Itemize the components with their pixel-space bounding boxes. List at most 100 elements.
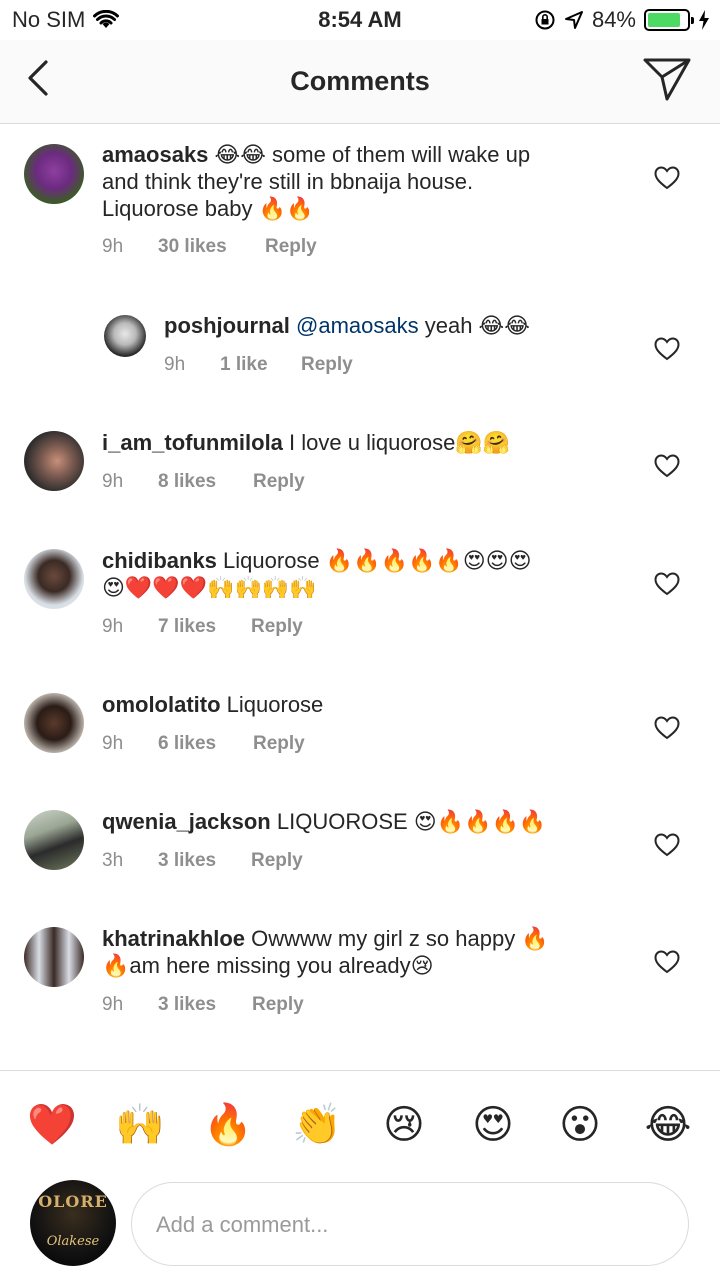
emoji-button[interactable]: 👏	[287, 1101, 347, 1149]
comment-text: i_am_tofunmilola I love u liquorose🤗🤗	[102, 429, 622, 456]
status-bar: No SIM 8:54 AM 84%	[0, 0, 720, 40]
comment-body: LIQUOROSE 😍🔥🔥🔥🔥	[270, 809, 547, 834]
comment-text: poshjournal @amaosaks yeah 😂😂	[164, 312, 624, 339]
comment-username[interactable]: chidibanks	[102, 548, 217, 573]
comment-meta: 9h 1 like Reply	[164, 354, 353, 376]
comments-list: amaosaks 😂😂 some of them will wake up an…	[0, 124, 720, 1070]
comment-time: 9h	[102, 236, 124, 257]
heart-outline-icon[interactable]	[654, 166, 680, 190]
paper-plane-icon[interactable]	[642, 56, 692, 102]
comment-time: 9h	[102, 733, 124, 754]
avatar[interactable]	[24, 144, 84, 204]
comment-input[interactable]	[156, 1207, 656, 1243]
like-count[interactable]: 3 likes	[158, 850, 251, 872]
comment-body: 🔥am here missing you already😢	[102, 953, 434, 978]
avatar[interactable]	[24, 431, 84, 491]
comment-meta: 9h 6 likes Reply	[102, 733, 305, 755]
reply-item: poshjournal @amaosaks yeah 😂😂 9h 1 like …	[0, 299, 720, 404]
battery-percent: 84%	[591, 7, 636, 32]
comment-item: khatrinakhloe Owwww my girl z so happy 🔥…	[0, 910, 720, 1050]
comment-time: 9h	[102, 994, 124, 1015]
reply-button[interactable]: Reply	[265, 236, 317, 258]
avatar-brand-text: OLORE	[38, 1192, 108, 1211]
comment-body: I love u liquorose🤗🤗	[282, 430, 511, 455]
emoji-button[interactable]: 😮	[550, 1101, 610, 1149]
reply-button[interactable]: Reply	[253, 733, 305, 755]
comment-item: amaosaks 😂😂 some of them will wake up an…	[0, 124, 720, 289]
like-count[interactable]: 3 likes	[158, 994, 252, 1016]
emoji-reaction-bar: ❤️ 🙌 🔥 👏 😢 😍 😮 😂	[0, 1070, 720, 1174]
emoji-button[interactable]: 😍	[463, 1101, 523, 1149]
current-user-avatar: OLORE Olakese	[30, 1180, 116, 1266]
comment-text: qwenia_jackson LIQUOROSE 😍🔥🔥🔥🔥	[102, 808, 622, 835]
location-arrow-icon	[564, 11, 583, 29]
comment-username[interactable]: poshjournal	[164, 313, 290, 338]
heart-outline-icon[interactable]	[654, 572, 680, 596]
heart-outline-icon[interactable]	[654, 454, 680, 478]
reply-button[interactable]: Reply	[252, 994, 304, 1016]
comment-username[interactable]: amaosaks	[102, 142, 208, 167]
comment-meta: 3h 3 likes Reply	[102, 850, 303, 872]
nav-bar: Comments	[0, 40, 720, 124]
battery-level	[648, 13, 680, 27]
emoji-button[interactable]: 🔥	[198, 1101, 258, 1149]
comment-text: khatrinakhloe Owwww my girl z so happy 🔥…	[102, 925, 622, 979]
like-count[interactable]: 30 likes	[158, 236, 265, 258]
comment-meta: 9h 30 likes Reply	[102, 236, 317, 258]
avatar[interactable]	[24, 927, 84, 987]
comment-time: 3h	[102, 850, 124, 871]
comment-body: Liquorose 🔥🔥🔥🔥🔥😍😍😍	[216, 548, 532, 573]
page-title: Comments	[290, 66, 430, 96]
comment-body: yeah 😂😂	[418, 313, 530, 338]
comment-username[interactable]: qwenia_jackson	[102, 809, 271, 834]
comment-time: 9h	[164, 354, 186, 375]
comment-username[interactable]: khatrinakhloe	[102, 926, 245, 951]
comment-username[interactable]: omololatito	[102, 692, 221, 717]
emoji-button[interactable]: ❤️	[22, 1101, 82, 1149]
comment-username[interactable]: i_am_tofunmilola	[102, 430, 283, 455]
like-count[interactable]: 6 likes	[158, 733, 253, 755]
comment-body: 😍❤️❤️❤️🙌🙌🙌🙌	[102, 575, 317, 600]
reply-button[interactable]: Reply	[251, 850, 303, 872]
comment-text: omololatito Liquorose	[102, 691, 622, 718]
emoji-button[interactable]: 😢	[374, 1101, 434, 1149]
bolt-icon	[699, 10, 709, 30]
reply-button[interactable]: Reply	[253, 471, 305, 493]
comment-body: Owwww my girl z so happy 🔥	[245, 926, 549, 951]
battery-icon	[644, 9, 694, 31]
like-count[interactable]: 8 likes	[158, 471, 253, 493]
emoji-button[interactable]: 😂	[638, 1101, 698, 1149]
like-count[interactable]: 1 like	[220, 354, 301, 376]
avatar[interactable]	[24, 549, 84, 609]
heart-outline-icon[interactable]	[654, 833, 680, 857]
comment-meta: 9h 7 likes Reply	[102, 616, 303, 638]
heart-outline-icon[interactable]	[654, 337, 680, 361]
emoji-button[interactable]: 🙌	[110, 1101, 170, 1149]
avatar[interactable]	[104, 315, 146, 357]
comment-meta: 9h 8 likes Reply	[102, 471, 305, 493]
reply-button[interactable]: Reply	[301, 354, 353, 376]
mention-link[interactable]: @amaosaks	[296, 313, 419, 338]
reply-button[interactable]: Reply	[251, 616, 303, 638]
comment-text: amaosaks 😂😂 some of them will wake up an…	[102, 141, 622, 222]
comment-item: omololatito Liquorose 9h 6 likes Reply	[0, 676, 720, 786]
avatar[interactable]	[24, 693, 84, 753]
comment-body: and think they're still in bbnaija house…	[102, 169, 474, 194]
comment-meta: 9h 3 likes Reply	[102, 994, 304, 1016]
avatar[interactable]	[24, 810, 84, 870]
comment-body: Liquorose baby 🔥🔥	[102, 196, 314, 221]
avatar-signature-text: Olakese	[46, 1234, 100, 1249]
heart-outline-icon[interactable]	[654, 950, 680, 974]
like-count[interactable]: 7 likes	[158, 616, 251, 638]
comment-time: 9h	[102, 616, 124, 637]
comment-text: chidibanks Liquorose 🔥🔥🔥🔥🔥😍😍😍 😍❤️❤️❤️🙌🙌🙌…	[102, 547, 622, 601]
comment-time: 9h	[102, 471, 124, 492]
comment-item: chidibanks Liquorose 🔥🔥🔥🔥🔥😍😍😍 😍❤️❤️❤️🙌🙌🙌…	[0, 532, 720, 672]
comment-input-wrapper[interactable]	[131, 1182, 689, 1266]
status-right: 84%	[534, 7, 710, 33]
comment-item: qwenia_jackson LIQUOROSE 😍🔥🔥🔥🔥 3h 3 like…	[0, 793, 720, 903]
comment-item: i_am_tofunmilola I love u liquorose🤗🤗 9h…	[0, 414, 720, 524]
comment-composer: OLORE Olakese	[0, 1174, 720, 1280]
comment-body: 😂😂 some of them will wake up	[208, 142, 531, 167]
heart-outline-icon[interactable]	[654, 716, 680, 740]
